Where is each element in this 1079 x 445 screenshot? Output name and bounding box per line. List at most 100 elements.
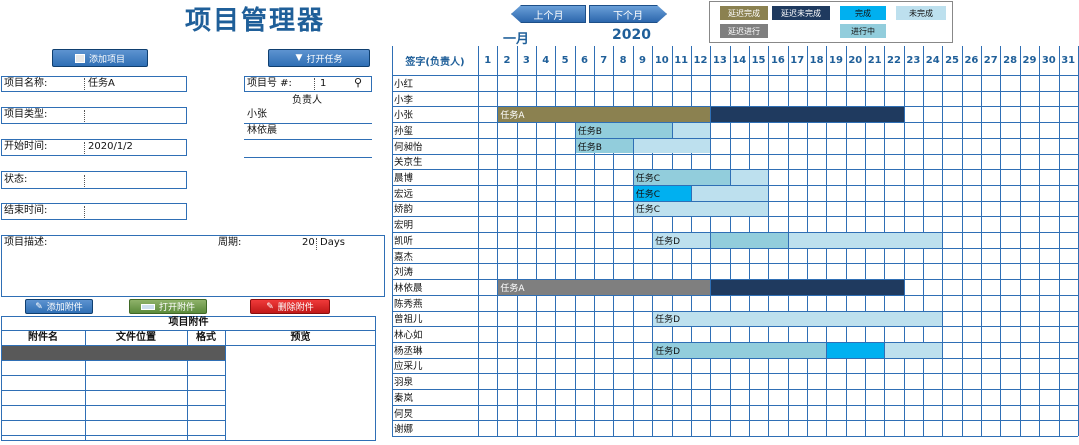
period-label: 周期: [218,237,242,248]
grid-line [942,46,944,437]
project-name-field[interactable]: 任务A [88,77,115,91]
task-bar[interactable]: 任务C [633,170,730,185]
task-bar[interactable]: 任务C [633,185,691,201]
task-bar[interactable]: 任务C [633,201,769,217]
gantt-day-header: 31 [1061,55,1076,66]
grid-line [478,46,479,437]
gantt-day-header: 17 [790,55,805,66]
gantt-row-owner[interactable]: 晨博 [392,169,478,185]
grid-line [392,373,1078,375]
add-attachment-button[interactable]: ✎ 添加附件 [25,299,93,314]
end-time-label: 结束时间: [4,205,48,216]
legend-item: 延迟未完成 [772,6,830,20]
task-bar[interactable]: 任务A [498,280,711,295]
gantt-row-owner[interactable]: 林心如 [392,326,478,342]
gantt-row-owner[interactable]: 谢娜 [392,420,478,436]
attachments-column-header: 文件位置 [116,332,156,343]
task-bar[interactable] [730,170,769,185]
prev-month-label: 上个月 [533,10,564,22]
month-label: 一月 [503,32,530,47]
gantt-row-owner[interactable]: 曾祖儿 [392,311,478,327]
task-bar[interactable] [672,123,711,138]
start-time-field[interactable]: 2020/1/2 [88,140,133,154]
gantt-day-header: 28 [1003,55,1018,66]
gantt-row-owner[interactable]: 陈秀燕 [392,295,478,311]
legend-item: 未完成 [896,6,946,20]
project-no-field[interactable]: 1 [320,77,326,91]
task-bar[interactable] [711,107,904,123]
gantt-row-owner[interactable]: 嘉杰 [392,248,478,264]
period-field[interactable]: 20 [302,236,315,250]
add-project-button[interactable]: 添加项目 [52,49,148,67]
period-unit: Days [320,237,345,248]
grid-line [516,46,518,437]
dotted-separator [316,238,317,250]
task-bar[interactable]: 任务A [498,107,711,123]
gantt-day-header: 20 [848,55,863,66]
gantt-row-owner[interactable]: 娇韵 [392,201,478,217]
task-bar[interactable] [711,280,904,295]
gantt-row-owner[interactable]: 何炅 [392,405,478,421]
owner-item: 小张 [247,109,267,120]
gantt-day-header: 9 [638,55,646,66]
gantt-row-owner[interactable]: 关京生 [392,154,478,170]
add-icon [74,53,85,63]
open-task-button[interactable]: ▼ 打开任务 [268,49,370,67]
gantt-row-owner[interactable]: 秦岚 [392,389,478,405]
grid-line [392,122,1078,124]
task-bar[interactable]: 任务D [653,342,827,358]
open-attachment-button[interactable]: 打开附件 [129,299,207,314]
dotted-separator [84,142,85,154]
task-bar[interactable] [691,185,769,201]
grid-line [981,46,983,437]
task-bar[interactable]: 任务B [575,138,633,154]
gantt-row-owner[interactable]: 刘涛 [392,263,478,279]
app-title: 项目管理器 [185,6,326,36]
gantt-row-owner[interactable]: 凯听 [392,232,478,248]
task-bar[interactable] [711,233,788,248]
task-bar[interactable] [885,342,943,358]
gantt-row-owner[interactable]: 小红 [392,75,478,91]
task-bar[interactable]: 任务B [575,123,672,138]
gantt-row-owner[interactable]: 宏明 [392,216,478,232]
grid-line [1058,46,1060,437]
gantt-row-owner[interactable]: 杨丞琳 [392,342,478,358]
gantt-day-header: 6 [580,55,588,66]
start-time-label: 开始时间: [4,141,48,152]
gantt-row-owner[interactable]: 宏远 [392,185,478,201]
search-icon[interactable]: ⚲ [354,76,362,90]
dotted-separator [314,78,315,90]
delete-attachment-label: 删除附件 [277,303,314,313]
attachments-table: 项目附件 附件名 文件位置 格式 预览 [1,316,376,441]
gantt-day-header: 25 [945,55,960,66]
prev-month-button[interactable]: 上个月 [511,5,586,23]
gantt-row-owner[interactable]: 羽泉 [392,373,478,389]
gantt-day-header: 2 [503,55,511,66]
task-bar[interactable] [827,342,885,358]
gantt-row-owner[interactable]: 应采儿 [392,358,478,374]
row-divider [1,420,225,421]
dotted-separator [84,78,85,90]
task-bar[interactable] [633,138,711,154]
selected-row[interactable] [2,345,225,360]
task-bar[interactable] [788,233,943,248]
grid-line [392,357,1078,359]
gantt-row-owner[interactable]: 何昶怡 [392,138,478,154]
owner-item: 林依晨 [247,125,277,136]
gantt-row-owner[interactable]: 林依晨 [392,279,478,295]
gantt-row-owner[interactable]: 小李 [392,91,478,107]
legend-item: 完成 [840,6,886,20]
year-label: 2020 [612,27,651,43]
grid-line [632,46,634,437]
project-form: 项目名称: 任务A 项目号 #: 1 ⚲ 负责人 小张 林依晨 项目类型: 开始时间: 2020/1… [0,72,390,302]
task-bar[interactable]: 任务D [653,233,711,248]
gantt-day-header: 29 [1022,55,1037,66]
task-bar[interactable]: 任务D [653,311,943,327]
grid-line [392,247,1078,249]
gantt-day-header: 18 [809,55,824,66]
next-month-button[interactable]: 下个月 [589,5,667,23]
gantt-row-owner[interactable]: 孙玺 [392,122,478,138]
gantt-row-owner[interactable]: 小张 [392,106,478,122]
delete-attachment-button[interactable]: ✎ 删除附件 [250,299,330,314]
attachments-column-header: 预览 [290,332,311,343]
